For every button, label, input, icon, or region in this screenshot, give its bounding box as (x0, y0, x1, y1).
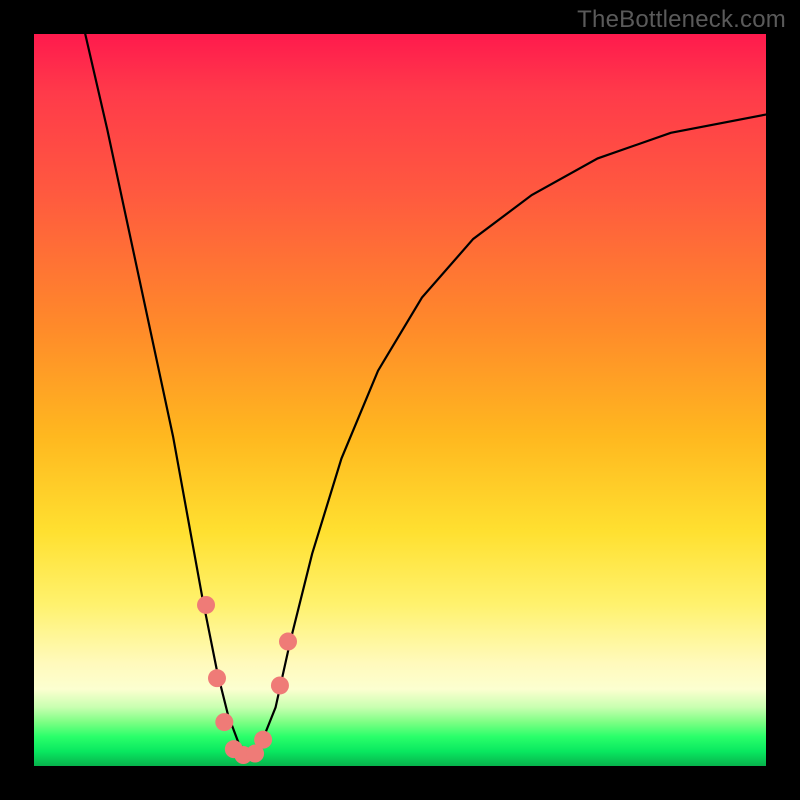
watermark-text: TheBottleneck.com (577, 6, 786, 34)
curve-marker (254, 731, 272, 749)
curve-marker (197, 596, 215, 614)
chart-frame: TheBottleneck.com (0, 0, 800, 800)
curve-marker (271, 676, 289, 694)
bottleneck-curve (85, 34, 766, 755)
curve-marker (215, 713, 233, 731)
bottleneck-chart (34, 34, 766, 766)
curve-markers (197, 596, 297, 764)
plot-area (34, 34, 766, 766)
curve-marker (208, 669, 226, 687)
curve-marker (279, 633, 297, 651)
